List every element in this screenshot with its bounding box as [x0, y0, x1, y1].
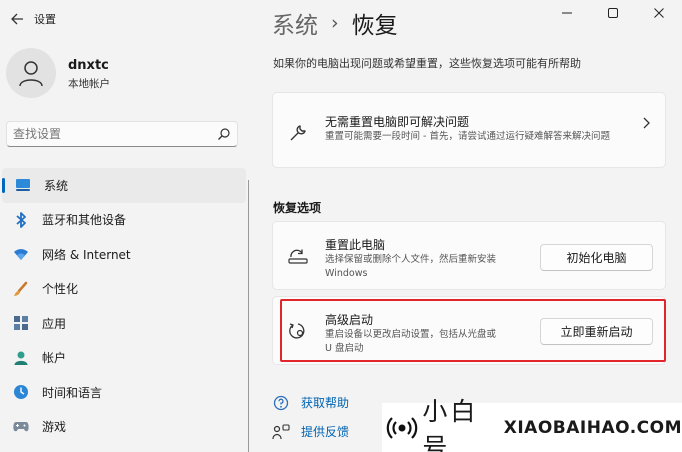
- close-icon: [654, 8, 664, 18]
- sidebar-item-system[interactable]: 系统: [2, 168, 246, 203]
- search-icon[interactable]: [217, 127, 231, 141]
- sidebar-item-accounts[interactable]: 帐户: [0, 341, 248, 376]
- sidebar-item-time-language[interactable]: 时间和语言: [0, 375, 248, 410]
- page-title: 恢复: [351, 13, 398, 39]
- intro-text: 如果你的电脑出现问题或希望重置，这些恢复选项可能有所帮助: [273, 57, 581, 70]
- get-help-link[interactable]: 获取帮助: [272, 394, 349, 411]
- watermark-en: XIAOBAIHAO.COM: [503, 417, 682, 438]
- scrollbar[interactable]: [248, 180, 249, 452]
- reset-pc-card: 重置此电脑 选择保留或删除个人文件，然后重新安装 Windows 初始化电脑: [272, 221, 666, 290]
- reset-pc-description-line2: Windows: [325, 268, 368, 279]
- feedback-icon: [272, 423, 290, 440]
- breadcrumb-separator: ›: [331, 12, 339, 34]
- reset-pc-description-line1: 选择保留或删除个人文件，然后重新安装: [325, 254, 497, 265]
- reset-pc-icon: [288, 246, 308, 266]
- person-icon: [19, 61, 43, 87]
- gamepad-icon: [13, 419, 29, 435]
- maximize-button[interactable]: [590, 0, 636, 26]
- search-input[interactable]: [7, 122, 207, 146]
- avatar: [6, 48, 56, 98]
- person-icon: [13, 350, 29, 366]
- sidebar-item-label: 系统: [44, 178, 69, 193]
- watermark-banner: 小白号 XIAOBAIHAO.COM: [382, 397, 682, 452]
- troubleshoot-card[interactable]: 无需重置电脑即可解决问题 重置可能需要一段时间 - 首先，请尝试通过运行疑难解答…: [272, 92, 666, 168]
- minimize-icon: [562, 12, 572, 14]
- back-arrow-icon: [11, 13, 23, 25]
- troubleshoot-title: 无需重置电脑即可解决问题: [325, 115, 470, 129]
- sidebar-item-label: 个性化: [42, 282, 79, 297]
- highlight-box: [280, 299, 666, 362]
- bluetooth-icon: [13, 211, 29, 228]
- user-profile[interactable]: dnxtc 本地帐户: [6, 48, 246, 102]
- watermark-cn: 小白号: [422, 396, 479, 452]
- sidebar-item-label: 应用: [42, 316, 67, 331]
- back-button[interactable]: [8, 9, 28, 29]
- minimize-button[interactable]: [544, 0, 590, 26]
- reset-pc-title: 重置此电脑: [325, 238, 386, 252]
- sidebar-item-network[interactable]: 网络 & Internet: [0, 237, 248, 272]
- maximize-icon: [608, 8, 618, 18]
- monitor-icon: [15, 177, 31, 193]
- chevron-right-icon: [643, 117, 650, 129]
- feedback-link[interactable]: 提供反馈: [272, 423, 349, 440]
- troubleshoot-description: 重置可能需要一段时间 - 首先，请尝试通过运行疑难解答来解决问题: [325, 131, 610, 142]
- clock-icon: [13, 384, 29, 400]
- sidebar-item-label: 蓝牙和其他设备: [42, 213, 127, 228]
- sidebar-item-label: 游戏: [42, 420, 67, 435]
- sidebar-nav: 系统 蓝牙和其他设备 网络 & Internet 个性化 应用 帐户 时间和语言…: [0, 168, 248, 444]
- account-type: 本地帐户: [68, 78, 110, 90]
- broadcast-icon: [386, 410, 418, 446]
- wrench-icon: [288, 123, 308, 143]
- get-help-label[interactable]: 获取帮助: [301, 394, 349, 411]
- apps-icon: [13, 315, 29, 331]
- user-name: dnxtc: [68, 58, 109, 73]
- wifi-icon: [13, 246, 29, 262]
- section-title: 恢复选项: [273, 201, 322, 215]
- breadcrumb-parent[interactable]: 系统: [272, 6, 318, 40]
- brush-icon: [13, 281, 29, 297]
- help-icon: [272, 395, 290, 411]
- sidebar-item-label: 帐户: [42, 351, 67, 366]
- close-button[interactable]: [636, 0, 682, 26]
- sidebar-item-apps[interactable]: 应用: [0, 306, 248, 341]
- breadcrumb: 系统 › 恢复: [272, 6, 398, 40]
- window-controls: [544, 0, 682, 26]
- sidebar-item-gaming[interactable]: 游戏: [0, 410, 248, 445]
- reset-pc-button[interactable]: 初始化电脑: [540, 244, 653, 271]
- sidebar-item-label: 网络 & Internet: [42, 247, 131, 262]
- sidebar-item-label: 时间和语言: [42, 385, 103, 400]
- sidebar-item-bluetooth[interactable]: 蓝牙和其他设备: [0, 203, 248, 238]
- app-title: 设置: [34, 13, 56, 26]
- feedback-label[interactable]: 提供反馈: [301, 423, 349, 440]
- sidebar-item-personalization[interactable]: 个性化: [0, 272, 248, 307]
- active-indicator: [2, 178, 5, 193]
- search-box[interactable]: [6, 121, 238, 147]
